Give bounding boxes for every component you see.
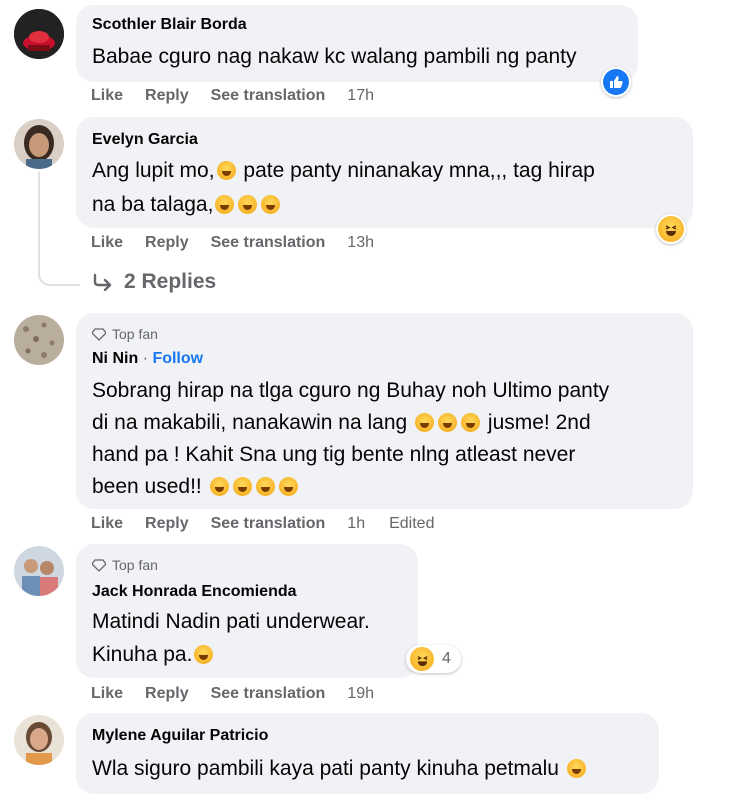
follow-button[interactable]: Follow	[152, 350, 203, 367]
joy-emoji-icon	[261, 195, 281, 214]
avatar-image	[14, 315, 64, 365]
reply-arrow-icon	[93, 273, 112, 291]
see-translation-button[interactable]: See translation	[211, 515, 326, 533]
comment-text: Babae cguro nag nakaw kc walang pambili …	[92, 45, 577, 68]
comment-author[interactable]: Mylene Aguilar Patricio	[92, 727, 268, 745]
comment-author[interactable]: Scothler Blair Borda	[92, 16, 247, 34]
comment-actions: Like Reply See translation 1h Edited	[91, 515, 456, 533]
rofl-emoji-icon	[566, 759, 586, 778]
comment-text-line: na ba talaga,	[92, 189, 282, 220]
like-button[interactable]: Like	[91, 234, 123, 252]
top-fan-badge: Top fan	[92, 557, 158, 573]
reaction-summary[interactable]: 4	[406, 645, 461, 673]
joy-emoji-icon	[209, 477, 229, 496]
thread-line	[38, 172, 40, 272]
like-button[interactable]: Like	[91, 685, 123, 703]
top-fan-badge: Top fan	[92, 326, 158, 342]
comment-author[interactable]: Evelyn Garcia	[92, 131, 198, 149]
rofl-emoji-icon	[216, 161, 236, 180]
avatar-image	[14, 119, 64, 169]
comment-text-line: di na makabili, nanakawin na lang jusme!…	[92, 411, 591, 434]
comment-timestamp[interactable]: 19h	[347, 685, 374, 703]
reply-button[interactable]: Reply	[145, 685, 189, 703]
see-translation-button[interactable]: See translation	[211, 234, 326, 252]
comment-text: Sobrang hirap na tlga cguro ng Buhay noh…	[92, 379, 610, 402]
comment-bubble: Top fan Ni Nin · Follow Sobrang hirap na…	[76, 313, 693, 509]
comment-bubble: Top fan Jack Honrada Encomienda Matindi …	[76, 544, 418, 678]
rofl-emoji-icon	[415, 413, 435, 432]
reply-button[interactable]: Reply	[145, 515, 189, 533]
comment-text-line: hand pa ! Kahit Sna ung tig bente nlng a…	[92, 443, 576, 466]
see-translation-button[interactable]: See translation	[211, 685, 326, 703]
view-replies-button[interactable]: 2 Replies	[92, 270, 216, 294]
reaction-summary[interactable]	[601, 67, 631, 97]
comment-bubble: Evelyn Garcia Ang lupit mo, pate panty n…	[76, 117, 693, 228]
comment-actions: Like Reply See translation 19h	[91, 685, 396, 703]
reply-button[interactable]: Reply	[145, 234, 189, 252]
comment-timestamp[interactable]: 13h	[347, 234, 374, 252]
comment-timestamp[interactable]: 1h	[347, 515, 365, 533]
joy-emoji-icon	[238, 195, 258, 214]
see-translation-button[interactable]: See translation	[211, 87, 326, 105]
joy-emoji-icon	[215, 195, 235, 214]
like-icon	[603, 69, 629, 95]
comment-text-line: Kinuha pa.	[92, 639, 215, 670]
comment-actions: Like Reply See translation 17h	[91, 87, 396, 105]
avatar[interactable]	[14, 715, 64, 765]
avatar[interactable]	[14, 315, 64, 365]
comment-text: Matindi Nadin pati underwear.	[92, 610, 370, 633]
comment-bubble: Mylene Aguilar Patricio Wla siguro pambi…	[76, 713, 659, 794]
diamond-icon	[92, 327, 106, 341]
avatar-image	[14, 9, 64, 59]
avatar[interactable]	[14, 119, 64, 169]
grin-emoji-icon	[438, 413, 458, 432]
edited-label[interactable]: Edited	[389, 515, 434, 533]
rofl-emoji-icon	[232, 477, 252, 496]
avatar[interactable]	[14, 546, 64, 596]
reaction-summary[interactable]	[656, 214, 686, 244]
like-button[interactable]: Like	[91, 87, 123, 105]
replies-count[interactable]: 2 Replies	[124, 270, 216, 294]
reaction-count: 4	[442, 650, 451, 667]
like-button[interactable]: Like	[91, 515, 123, 533]
reply-button[interactable]: Reply	[145, 87, 189, 105]
avatar-image	[14, 546, 64, 596]
comment-text-line: been used!!	[92, 471, 300, 502]
comment-bubble: Scothler Blair Borda Babae cguro nag nak…	[76, 5, 638, 82]
comment-text: Wla siguro pambili kaya pati panty kinuh…	[92, 753, 588, 784]
comment-author[interactable]: Jack Honrada Encomienda	[92, 583, 297, 601]
diamond-icon	[92, 558, 106, 572]
thread-line-curve	[38, 270, 80, 286]
joy-emoji-icon	[278, 477, 298, 496]
haha-icon	[410, 647, 434, 671]
rofl-emoji-icon	[194, 645, 214, 664]
comment-timestamp[interactable]: 17h	[347, 87, 374, 105]
comment-text: Ang lupit mo, pate panty ninanakay mna,,…	[92, 159, 595, 182]
haha-icon	[658, 216, 684, 242]
comment-author: Ni Nin · Follow	[92, 350, 204, 367]
avatar[interactable]	[14, 9, 64, 59]
avatar-image	[14, 715, 64, 765]
grin-emoji-icon	[255, 477, 275, 496]
comment-actions: Like Reply See translation 13h	[91, 234, 396, 252]
author-name[interactable]: Ni Nin	[92, 350, 138, 367]
joy-emoji-icon	[461, 413, 481, 432]
